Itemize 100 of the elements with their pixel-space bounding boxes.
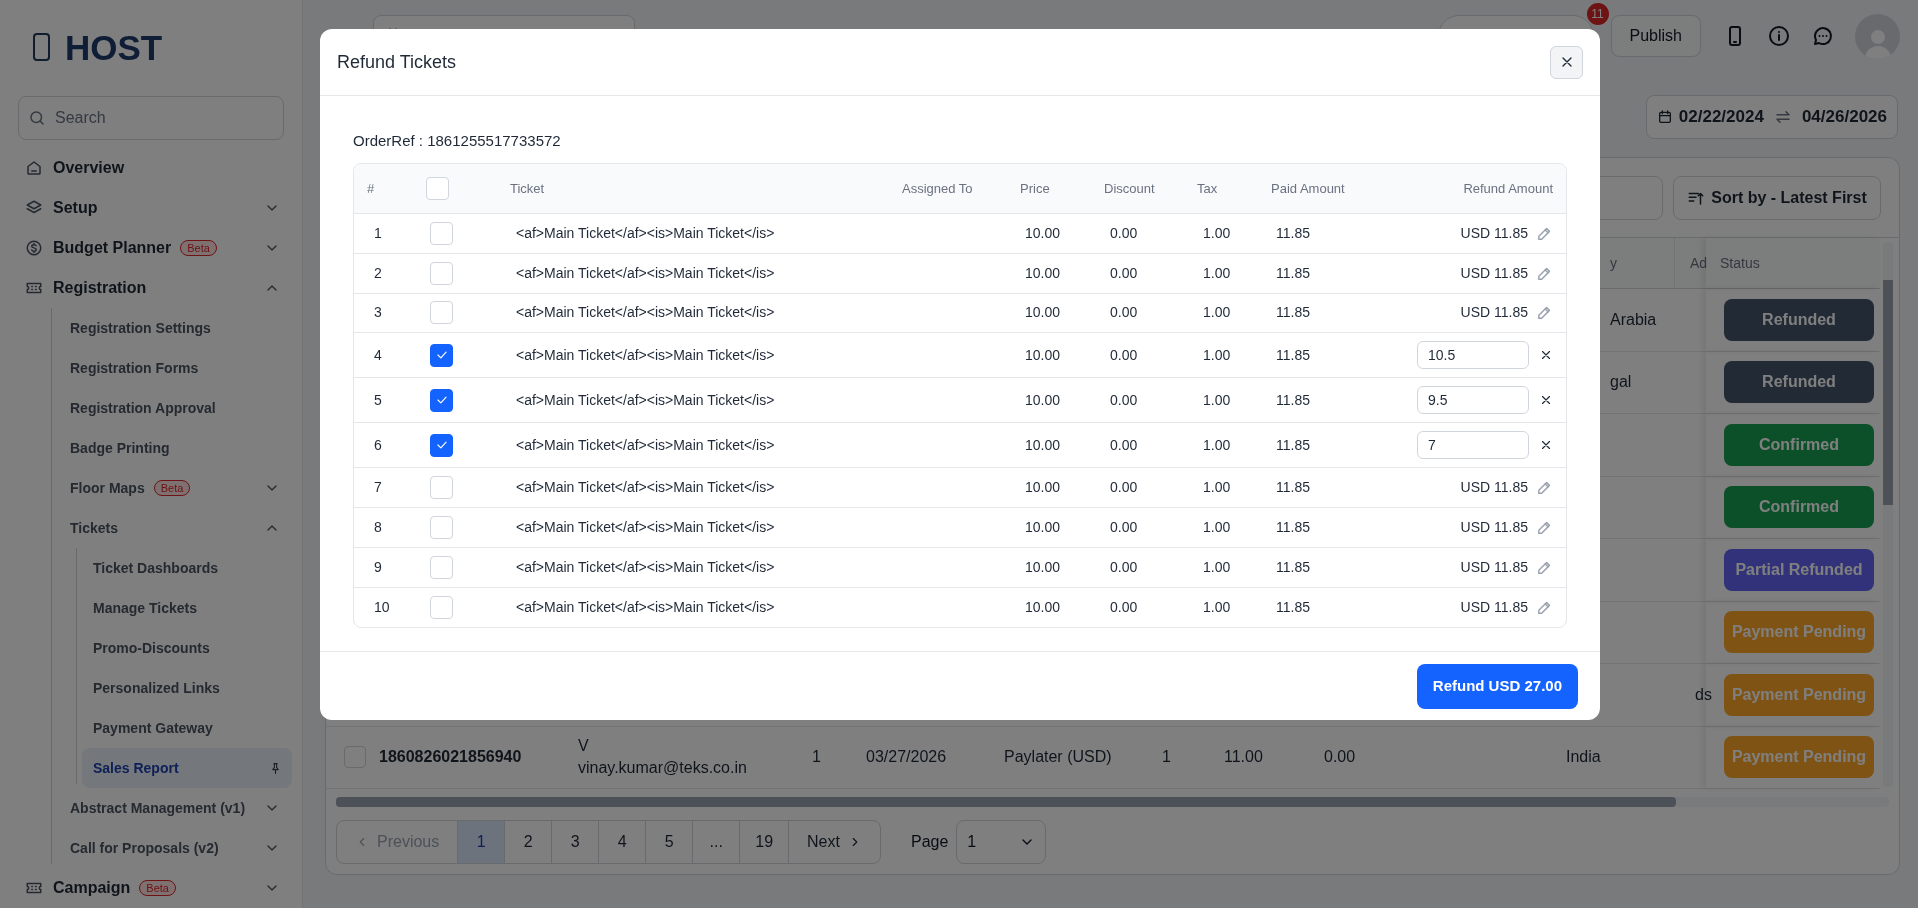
page-button[interactable]: 2 — [505, 821, 553, 863]
page-button[interactable]: 1 — [458, 821, 506, 863]
table-cell-text: USD 11.85 — [1460, 597, 1528, 617]
checkbox[interactable] — [430, 343, 453, 367]
table-cell-text: 11.85 — [1276, 518, 1310, 538]
table-cell-text: 1.00 — [1203, 518, 1231, 538]
table-cell-text: USD 11.85 — [1460, 518, 1528, 538]
nav-item[interactable]: Registration — [25, 268, 280, 308]
status-badge: Payment Pending — [1724, 611, 1874, 654]
nav-item[interactable]: Budget Planner Beta — [25, 228, 280, 268]
table-cell-text: 0.00 — [1110, 557, 1138, 577]
close-button[interactable] — [1550, 45, 1583, 79]
order-reference: OrderRef : 1861255517733572 — [353, 132, 562, 150]
table-cell-text: 1 — [811, 747, 821, 768]
attendee-name: V — [578, 736, 590, 757]
nav-icon — [25, 159, 43, 177]
checkbox[interactable] — [430, 433, 453, 457]
table-cell-text: 5 — [374, 390, 382, 410]
date-range-field[interactable]: 02/22/2024 04/26/2026 — [1645, 95, 1898, 139]
nav-item[interactable]: Setup — [25, 188, 280, 228]
nav-item[interactable]: Promo-Discounts — [82, 628, 280, 668]
table-cell-text: 1 — [374, 223, 382, 243]
nav-item[interactable]: Badge Printing — [70, 428, 280, 468]
page-button[interactable]: 19 — [740, 821, 790, 863]
status-badge: Partial Refunded — [1724, 548, 1874, 591]
pencil-icon — [1536, 304, 1553, 322]
page-button[interactable]: 5 — [646, 821, 694, 863]
table-cell-text: 10.00 — [1025, 390, 1061, 410]
column-header: Ticket — [510, 179, 545, 198]
page-button[interactable]: ... — [693, 821, 741, 863]
table-cell-text: <af>Main Ticket</af><is>Main Ticket</is> — [516, 518, 775, 538]
search-icon — [28, 109, 46, 127]
horizontal-scrollbar[interactable] — [336, 797, 1889, 807]
nav-item[interactable]: Sales Report — [82, 748, 292, 788]
table-cell-text: 3 — [374, 303, 382, 323]
refund-amount-field[interactable]: 10.5 — [1417, 341, 1529, 370]
table-cell-text: USD 11.85 — [1460, 223, 1528, 243]
table-cell-text: 1860826021856940 — [378, 747, 522, 768]
table-cell-text: 0.00 — [1110, 597, 1138, 617]
table-cell-text: 1.00 — [1203, 435, 1231, 455]
refund-button[interactable]: Refund USD 27.00 — [1416, 663, 1578, 709]
nav-item[interactable]: Manage Tickets — [82, 588, 280, 628]
page-button[interactable]: 4 — [599, 821, 647, 863]
nav-item[interactable]: Floor Maps Beta — [70, 468, 280, 508]
table-cell-text: 10.00 — [1025, 263, 1061, 283]
table-cell-text: 1.00 — [1203, 263, 1231, 283]
pencil-icon — [1536, 519, 1553, 537]
column-header: Refund Amount — [1463, 179, 1553, 198]
nav-item[interactable]: Personalized Links — [82, 668, 280, 708]
table-cell-text: 11.85 — [1276, 478, 1310, 498]
table-cell-text: 1.00 — [1203, 345, 1231, 365]
table-cell-text: <af>Main Ticket</af><is>Main Ticket</is> — [516, 263, 775, 283]
date-text: 02/22/2024 — [1678, 106, 1764, 129]
logo-text: HOST — [65, 29, 163, 65]
table-cell-text: 1.00 — [1203, 478, 1231, 498]
publish-button[interactable]: Publish — [1610, 15, 1701, 57]
table-cell-text: 6 — [374, 435, 382, 455]
table-cell-text: <af>Main Ticket</af><is>Main Ticket</is> — [516, 223, 775, 243]
attendee-email: vinay.kumar@teks.co.in — [578, 758, 747, 779]
column-header: # — [367, 179, 375, 198]
table-cell-text: 11.00 — [1223, 747, 1263, 768]
next-button[interactable]: Next — [789, 821, 880, 863]
nav-item[interactable]: Registration Forms — [70, 348, 280, 388]
beta-badge: Beta — [180, 240, 217, 256]
page-button[interactable]: 3 — [552, 821, 600, 863]
nav-item[interactable]: Registration Approval — [70, 388, 280, 428]
column-header: Tax — [1197, 179, 1218, 198]
table-cell-text: 2 — [374, 263, 382, 283]
table-cell-text: 0.00 — [1110, 478, 1138, 498]
nav-item[interactable]: Tickets — [70, 508, 280, 548]
search-field[interactable]: Search — [18, 96, 284, 140]
column-header: Assigned To — [902, 179, 973, 198]
table-cell-text: <af>Main Ticket</af><is>Main Ticket</is> — [516, 557, 775, 577]
column-header: Price — [1020, 179, 1050, 198]
nav-item[interactable]: Overview — [25, 148, 280, 188]
table-cell-text: 7 — [374, 478, 382, 498]
info-icon — [1767, 24, 1791, 48]
table-cell-text: 11.85 — [1276, 303, 1310, 323]
nav-item[interactable]: Abstract Management (v1) — [70, 788, 280, 828]
refund-amount-field[interactable]: 9.5 — [1417, 386, 1529, 415]
nav-item[interactable]: Ticket Dashboards — [82, 548, 280, 588]
refund-amount-field[interactable]: 7 — [1417, 431, 1529, 460]
status-badge: Confirmed — [1724, 423, 1874, 466]
table-cell-text: 0.00 — [1110, 390, 1138, 410]
nav-item[interactable]: Call for Proposals (v2) — [70, 828, 280, 868]
pencil-icon — [1536, 479, 1553, 497]
column-header: Status — [1719, 253, 1760, 273]
table-cell-text: <af>Main Ticket</af><is>Main Ticket</is> — [516, 597, 775, 617]
nav-item[interactable]: Registration Settings — [70, 308, 280, 348]
nav-item[interactable]: Payment Gateway — [82, 708, 280, 748]
page-select[interactable]: 1 — [956, 820, 1047, 864]
vertical-scrollbar[interactable] — [1883, 242, 1893, 787]
table-cell-text: 10 — [374, 597, 390, 617]
sort-button[interactable]: Sort by - Latest First — [1673, 175, 1881, 220]
table-cell-text: India — [1565, 747, 1601, 768]
checkbox[interactable] — [430, 388, 453, 412]
nav-item[interactable]: Campaign Beta — [25, 868, 280, 908]
date-text: 04/26/2026 — [1801, 106, 1887, 129]
beta-badge: Beta — [139, 880, 176, 896]
table-cell-text: 03/27/2026 — [865, 747, 947, 768]
